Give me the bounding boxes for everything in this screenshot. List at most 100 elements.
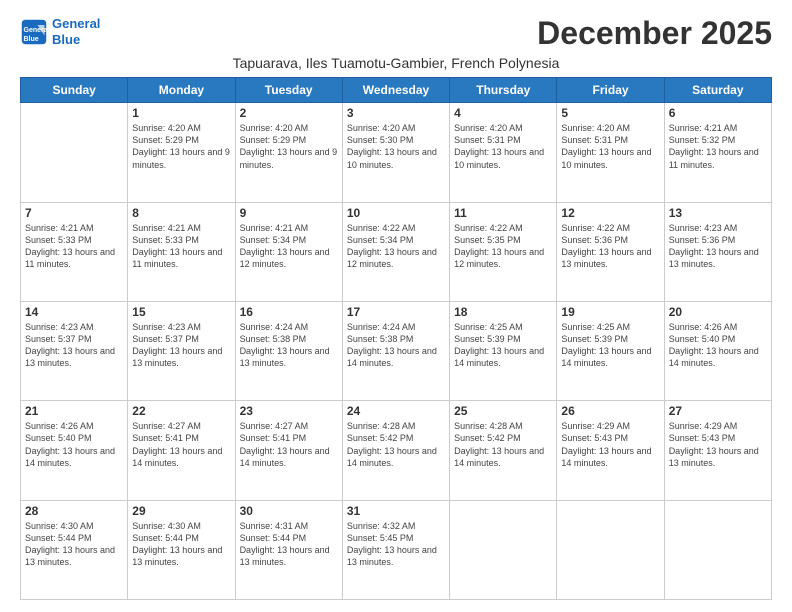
calendar-cell: 22 Sunrise: 4:27 AMSunset: 5:41 PMDayligh… [128, 401, 235, 500]
calendar-cell: 10Sunrise: 4:22 AMSunset: 5:34 PMDayligh… [342, 202, 449, 301]
calendar-week-row: 21Sunrise: 4:26 AMSunset: 5:40 PMDayligh… [21, 401, 772, 500]
day-number: 20 [669, 305, 767, 319]
day-number: 14 [25, 305, 123, 319]
day-number: 3 [347, 106, 445, 120]
day-number: 7 [25, 206, 123, 220]
day-number: 30 [240, 504, 338, 518]
cell-info: Sunrise: 4:22 AMSunset: 5:36 PMDaylight:… [561, 222, 659, 271]
cell-info: Sunrise: 4:22 AMSunset: 5:35 PMDaylight:… [454, 222, 552, 271]
day-header-sunday: Sunday [21, 78, 128, 103]
day-header-tuesday: Tuesday [235, 78, 342, 103]
cell-info: Sunrise: 4:21 AMSunset: 5:33 PMDaylight:… [25, 222, 123, 271]
calendar-cell: 3 Sunrise: 4:20 AMSunset: 5:30 PMDaylight… [342, 103, 449, 202]
calendar-cell: 5 Sunrise: 4:20 AMSunset: 5:31 PMDaylight… [557, 103, 664, 202]
cell-info: Sunrise: 4:28 AMSunset: 5:42 PMDaylight:… [347, 420, 445, 469]
calendar-cell: 16 Sunrise: 4:24 AMSunset: 5:38 PMDayligh… [235, 301, 342, 400]
day-number: 28 [25, 504, 123, 518]
calendar-cell: 30 Sunrise: 4:31 AMSunset: 5:44 PMDayligh… [235, 500, 342, 599]
day-header-thursday: Thursday [450, 78, 557, 103]
calendar-cell: 7 Sunrise: 4:21 AMSunset: 5:33 PMDaylight… [21, 202, 128, 301]
calendar-cell: 28Sunrise: 4:30 AMSunset: 5:44 PMDayligh… [21, 500, 128, 599]
day-number: 2 [240, 106, 338, 120]
day-number: 24 [347, 404, 445, 418]
calendar-cell: 26Sunrise: 4:29 AMSunset: 5:43 PMDayligh… [557, 401, 664, 500]
calendar-week-row: 1 Sunrise: 4:20 AMSunset: 5:29 PMDaylight… [21, 103, 772, 202]
day-number: 22 [132, 404, 230, 418]
cell-info: Sunrise: 4:29 AMSunset: 5:43 PMDaylight:… [561, 420, 659, 469]
page: General Blue General Blue December 2025 … [0, 0, 792, 612]
calendar-header-row: SundayMondayTuesdayWednesdayThursdayFrid… [21, 78, 772, 103]
subtitle: Tapuarava, Iles Tuamotu-Gambier, French … [20, 55, 772, 71]
cell-info: Sunrise: 4:23 AMSunset: 5:37 PMDaylight:… [25, 321, 123, 370]
calendar-cell: 27Sunrise: 4:29 AMSunset: 5:43 PMDayligh… [664, 401, 771, 500]
calendar-cell: 2 Sunrise: 4:20 AMSunset: 5:29 PMDaylight… [235, 103, 342, 202]
calendar-cell [557, 500, 664, 599]
cell-info: Sunrise: 4:32 AMSunset: 5:45 PMDaylight:… [347, 520, 445, 569]
cell-info: Sunrise: 4:30 AMSunset: 5:44 PMDaylight:… [132, 520, 230, 569]
calendar-cell: 6 Sunrise: 4:21 AMSunset: 5:32 PMDaylight… [664, 103, 771, 202]
calendar-cell: 12 Sunrise: 4:22 AMSunset: 5:36 PMDayligh… [557, 202, 664, 301]
day-number: 5 [561, 106, 659, 120]
calendar-week-row: 14 Sunrise: 4:23 AMSunset: 5:37 PMDayligh… [21, 301, 772, 400]
calendar-week-row: 7 Sunrise: 4:21 AMSunset: 5:33 PMDaylight… [21, 202, 772, 301]
day-number: 23 [240, 404, 338, 418]
cell-info: Sunrise: 4:28 AMSunset: 5:42 PMDaylight:… [454, 420, 552, 469]
calendar-cell: 9 Sunrise: 4:21 AMSunset: 5:34 PMDaylight… [235, 202, 342, 301]
day-number: 13 [669, 206, 767, 220]
cell-info: Sunrise: 4:25 AMSunset: 5:39 PMDaylight:… [454, 321, 552, 370]
cell-info: Sunrise: 4:20 AMSunset: 5:31 PMDaylight:… [561, 122, 659, 171]
day-number: 12 [561, 206, 659, 220]
day-number: 19 [561, 305, 659, 319]
cell-info: Sunrise: 4:20 AMSunset: 5:29 PMDaylight:… [240, 122, 338, 171]
day-number: 29 [132, 504, 230, 518]
cell-info: Sunrise: 4:27 AMSunset: 5:41 PMDaylight:… [132, 420, 230, 469]
calendar-cell: 14 Sunrise: 4:23 AMSunset: 5:37 PMDayligh… [21, 301, 128, 400]
main-title: December 2025 [537, 16, 772, 51]
calendar-cell: 17 Sunrise: 4:24 AMSunset: 5:38 PMDayligh… [342, 301, 449, 400]
logo-text-blue: Blue [52, 32, 100, 48]
cell-info: Sunrise: 4:27 AMSunset: 5:41 PMDaylight:… [240, 420, 338, 469]
calendar-cell: 15Sunrise: 4:23 AMSunset: 5:37 PMDayligh… [128, 301, 235, 400]
day-number: 10 [347, 206, 445, 220]
cell-info: Sunrise: 4:31 AMSunset: 5:44 PMDaylight:… [240, 520, 338, 569]
day-number: 17 [347, 305, 445, 319]
day-number: 6 [669, 106, 767, 120]
calendar-cell: 8Sunrise: 4:21 AMSunset: 5:33 PMDaylight… [128, 202, 235, 301]
calendar-cell [664, 500, 771, 599]
day-number: 1 [132, 106, 230, 120]
day-header-saturday: Saturday [664, 78, 771, 103]
day-number: 31 [347, 504, 445, 518]
svg-text:General: General [24, 27, 49, 34]
cell-info: Sunrise: 4:20 AMSunset: 5:29 PMDaylight:… [132, 122, 230, 171]
cell-info: Sunrise: 4:20 AMSunset: 5:30 PMDaylight:… [347, 122, 445, 171]
cell-info: Sunrise: 4:24 AMSunset: 5:38 PMDaylight:… [240, 321, 338, 370]
day-header-monday: Monday [128, 78, 235, 103]
calendar-cell: 13Sunrise: 4:23 AMSunset: 5:36 PMDayligh… [664, 202, 771, 301]
cell-info: Sunrise: 4:24 AMSunset: 5:38 PMDaylight:… [347, 321, 445, 370]
day-number: 25 [454, 404, 552, 418]
cell-info: Sunrise: 4:21 AMSunset: 5:34 PMDaylight:… [240, 222, 338, 271]
calendar-table: SundayMondayTuesdayWednesdayThursdayFrid… [20, 77, 772, 600]
cell-info: Sunrise: 4:21 AMSunset: 5:33 PMDaylight:… [132, 222, 230, 271]
calendar-cell: 29 Sunrise: 4:30 AMSunset: 5:44 PMDayligh… [128, 500, 235, 599]
day-number: 11 [454, 206, 552, 220]
day-number: 16 [240, 305, 338, 319]
cell-info: Sunrise: 4:20 AMSunset: 5:31 PMDaylight:… [454, 122, 552, 171]
calendar-cell: 31 Sunrise: 4:32 AMSunset: 5:45 PMDayligh… [342, 500, 449, 599]
header: General Blue General Blue December 2025 [20, 16, 772, 51]
cell-info: Sunrise: 4:26 AMSunset: 5:40 PMDaylight:… [25, 420, 123, 469]
cell-info: Sunrise: 4:21 AMSunset: 5:32 PMDaylight:… [669, 122, 767, 171]
calendar-cell: 1 Sunrise: 4:20 AMSunset: 5:29 PMDaylight… [128, 103, 235, 202]
day-number: 4 [454, 106, 552, 120]
calendar-cell: 4 Sunrise: 4:20 AMSunset: 5:31 PMDaylight… [450, 103, 557, 202]
calendar-cell: 25 Sunrise: 4:28 AMSunset: 5:42 PMDayligh… [450, 401, 557, 500]
calendar-cell: 11 Sunrise: 4:22 AMSunset: 5:35 PMDayligh… [450, 202, 557, 301]
calendar-cell: 18Sunrise: 4:25 AMSunset: 5:39 PMDayligh… [450, 301, 557, 400]
logo: General Blue General Blue [20, 16, 100, 47]
calendar-cell: 21Sunrise: 4:26 AMSunset: 5:40 PMDayligh… [21, 401, 128, 500]
calendar-cell: 24 Sunrise: 4:28 AMSunset: 5:42 PMDayligh… [342, 401, 449, 500]
logo-icon: General Blue [20, 18, 48, 46]
day-number: 9 [240, 206, 338, 220]
logo-text-general: General [52, 16, 100, 32]
cell-info: Sunrise: 4:25 AMSunset: 5:39 PMDaylight:… [561, 321, 659, 370]
